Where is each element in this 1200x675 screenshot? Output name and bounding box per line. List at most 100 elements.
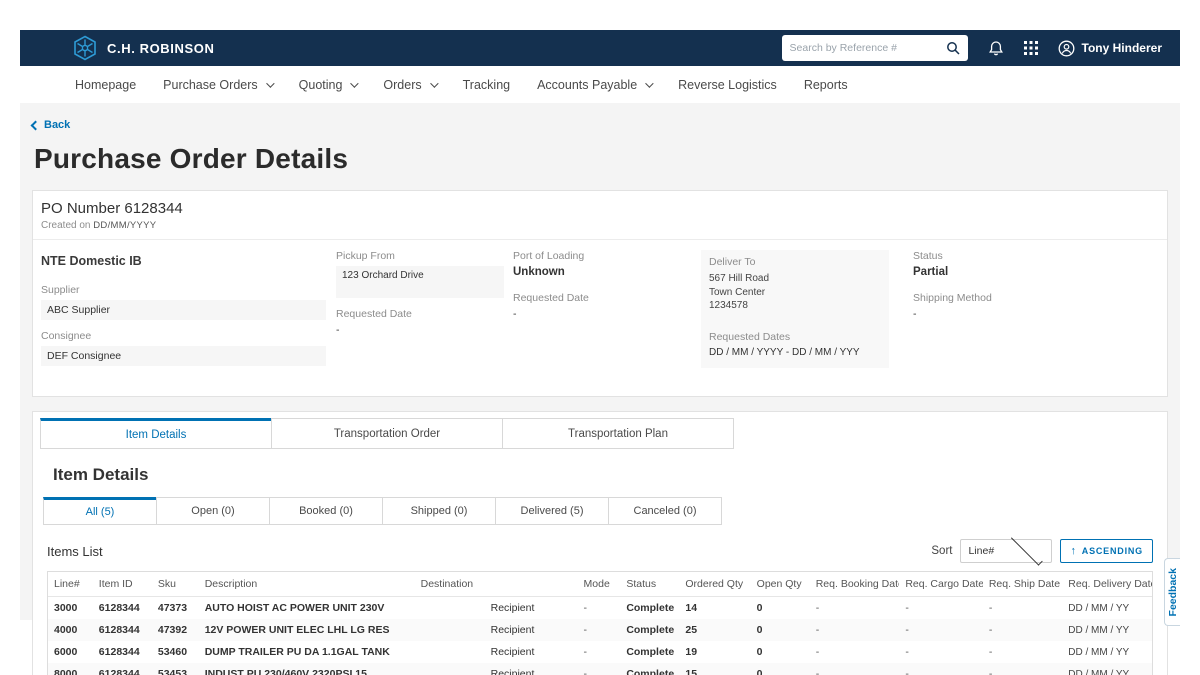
chevron-left-icon xyxy=(31,120,41,130)
tab-label: Shipped (0) xyxy=(411,505,468,517)
cell-oqty: 19 xyxy=(679,641,750,663)
app-window: C.H. ROBINSON xyxy=(20,30,1180,620)
cell-mode: - xyxy=(578,641,621,663)
table-row[interactable]: 400061283444739212V POWER UNIT ELEC LHL … xyxy=(48,619,1152,641)
page-body: Back Purchase Order Details PO Number 61… xyxy=(20,103,1180,620)
nav-item-7[interactable]: Reports xyxy=(804,78,848,92)
column-header-desc: Description xyxy=(199,572,415,597)
tab-label: Transportation Order xyxy=(334,428,440,440)
po-fields: NTE Domestic IB Supplier ABC Supplier Co… xyxy=(33,240,1167,396)
consignee-label: Consignee xyxy=(41,330,336,342)
sort-select[interactable]: Line# xyxy=(960,539,1052,563)
cell-sku: 47373 xyxy=(152,597,199,620)
nav-item-label: Purchase Orders xyxy=(163,78,257,92)
tab-0[interactable]: Item Details xyxy=(40,418,272,449)
cell-openqty: 0 xyxy=(751,597,810,620)
notifications-button[interactable] xyxy=(988,40,1004,57)
table-row[interactable]: 3000612834447373AUTO HOIST AC POWER UNIT… xyxy=(48,597,1152,620)
cell-status: Complete xyxy=(620,619,679,641)
column-header-oqty: Ordered Qty xyxy=(679,572,750,597)
cell-book: - xyxy=(810,663,900,675)
cell-openqty: 0 xyxy=(751,663,810,675)
requested-dates-value: DD / MM / YYYY - DD / MM / YYY xyxy=(709,347,881,358)
items-list-bar: Items List Sort Line# ↑ ASCENDING xyxy=(47,539,1153,563)
cell-line: 8000 xyxy=(48,663,93,675)
back-link[interactable]: Back xyxy=(32,119,70,131)
nav-item-1[interactable]: Purchase Orders xyxy=(163,78,271,92)
status-tab-0[interactable]: All (5) xyxy=(43,497,157,525)
cell-itemid: 6128344 xyxy=(93,619,152,641)
sort-direction-button[interactable]: ↑ ASCENDING xyxy=(1060,539,1153,563)
cell-ship: - xyxy=(983,641,1062,663)
nav-item-6[interactable]: Reverse Logistics xyxy=(678,78,777,92)
field-group-deliver: Deliver To 567 Hill Road Town Center 123… xyxy=(701,250,913,376)
sort-select-value: Line# xyxy=(968,545,1006,557)
items-table: Line#Item IDSkuDescriptionDestinationMod… xyxy=(48,572,1152,675)
search-icon[interactable] xyxy=(946,41,960,55)
cell-itemid: 6128344 xyxy=(93,663,152,675)
brand-name: C.H. ROBINSON xyxy=(107,41,214,56)
created-label: Created on xyxy=(41,220,90,231)
created-value: DD/MM/YYYY xyxy=(93,220,156,231)
nav-item-4[interactable]: Tracking xyxy=(463,78,510,92)
nav-item-0[interactable]: Homepage xyxy=(75,78,136,92)
table-row[interactable]: 8000612834453453INDUST PU 230/460V 2320P… xyxy=(48,663,1152,675)
cell-desc: AUTO HOIST AC POWER UNIT 230V xyxy=(199,597,415,620)
search-input[interactable] xyxy=(790,42,946,54)
cell-cargo: - xyxy=(899,641,983,663)
tab-label: Item Details xyxy=(126,429,187,441)
cell-dest: Recipient xyxy=(415,641,578,663)
cell-deliv: DD / MM / YY xyxy=(1062,641,1152,663)
main-nav: Homepage Purchase Orders Quoting Orders … xyxy=(20,66,1180,103)
pickup-from-value: 123 Orchard Drive xyxy=(336,266,504,298)
nav-item-2[interactable]: Quoting xyxy=(299,78,357,92)
cell-line: 3000 xyxy=(48,597,93,620)
page-title: Purchase Order Details xyxy=(34,143,1168,175)
items-table-body: 3000612834447373AUTO HOIST AC POWER UNIT… xyxy=(48,597,1152,675)
consignee-value: DEF Consignee xyxy=(41,346,326,366)
status-tab-5[interactable]: Canceled (0) xyxy=(608,497,722,525)
user-avatar-icon xyxy=(1058,40,1075,57)
status-tab-4[interactable]: Delivered (5) xyxy=(495,497,609,525)
tab-label: Canceled (0) xyxy=(634,505,697,517)
apps-menu-button[interactable] xyxy=(1024,41,1038,55)
user-menu[interactable]: Tony Hinderer xyxy=(1058,40,1162,57)
tab-label: Delivered (5) xyxy=(521,505,584,517)
nav-item-5[interactable]: Accounts Payable xyxy=(537,78,651,92)
nav-item-3[interactable]: Orders xyxy=(383,78,435,92)
column-header-dest: Destination xyxy=(415,572,578,597)
cell-desc: 12V POWER UNIT ELEC LHL LG RES xyxy=(199,619,415,641)
tab-2[interactable]: Transportation Plan xyxy=(502,418,734,449)
brand-logo[interactable]: C.H. ROBINSON xyxy=(72,35,214,61)
deliver-to-label: Deliver To xyxy=(709,256,881,268)
cell-openqty: 0 xyxy=(751,641,810,663)
nav-item-label: Reverse Logistics xyxy=(678,78,777,92)
cell-openqty: 0 xyxy=(751,619,810,641)
table-row[interactable]: 6000612834453460DUMP TRAILER PU DA 1.1GA… xyxy=(48,641,1152,663)
field-group-order-type: NTE Domestic IB Supplier ABC Supplier Co… xyxy=(41,250,336,376)
status-tab-2[interactable]: Booked (0) xyxy=(269,497,383,525)
cell-sku: 53460 xyxy=(152,641,199,663)
status-tabs: All (5) Open (0) Booked (0) Shipped (0) … xyxy=(43,497,1167,525)
nav-item-label: Homepage xyxy=(75,78,136,92)
column-header-line: Line# xyxy=(48,572,93,597)
field-group-pickup: Pickup From 123 Orchard Drive Requested … xyxy=(336,250,513,376)
status-label: Status xyxy=(913,250,1151,262)
chevron-down-icon xyxy=(645,79,653,87)
tab-label: All (5) xyxy=(86,506,115,518)
feedback-button[interactable]: Feedback xyxy=(1164,558,1180,626)
cell-cargo: - xyxy=(899,663,983,675)
po-card-header: PO Number 6128344 Created on DD/MM/YYYY xyxy=(33,191,1167,240)
nav-item-label: Accounts Payable xyxy=(537,78,637,92)
cell-desc: DUMP TRAILER PU DA 1.1GAL TANK xyxy=(199,641,415,663)
status-tab-3[interactable]: Shipped (0) xyxy=(382,497,496,525)
deliver-address-line3: 1234578 xyxy=(709,299,881,313)
column-header-openqty: Open Qty xyxy=(751,572,810,597)
status-tab-1[interactable]: Open (0) xyxy=(156,497,270,525)
column-header-cargo: Req. Cargo Date xyxy=(899,572,983,597)
cell-cargo: - xyxy=(899,597,983,620)
bell-icon xyxy=(988,40,1004,57)
field-group-port: Port of Loading Unknown Requested Date - xyxy=(513,250,701,376)
tab-1[interactable]: Transportation Order xyxy=(271,418,503,449)
cell-deliv: DD / MM / YY xyxy=(1062,663,1152,675)
